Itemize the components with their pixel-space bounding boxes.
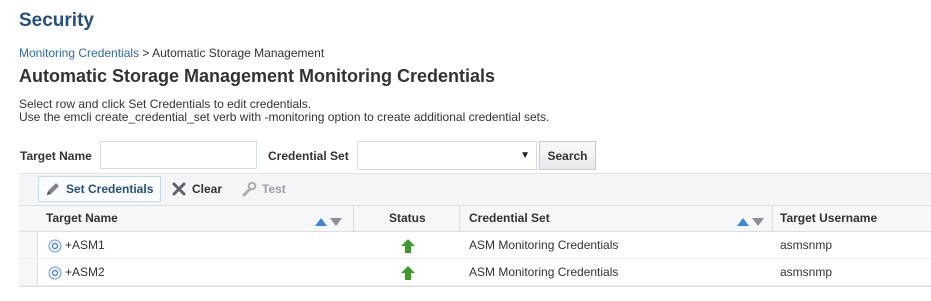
- status-up-arrow-icon: [401, 239, 415, 253]
- table-bottom-border: [19, 286, 931, 287]
- search-button[interactable]: Search: [539, 141, 596, 170]
- column-header-status[interactable]: Status: [389, 206, 426, 231]
- test-label: Test: [262, 182, 286, 196]
- breadcrumb-separator: >: [142, 46, 150, 60]
- sort-icons-target-name[interactable]: [315, 215, 343, 229]
- asm-target-icon: [48, 239, 62, 253]
- credential-set-select[interactable]: ▼: [357, 141, 537, 170]
- column-header-target-username[interactable]: Target Username: [780, 206, 877, 231]
- set-credentials-button[interactable]: Set Credentials: [38, 176, 161, 202]
- sort-descending-icon[interactable]: [752, 218, 765, 226]
- table-toolbar: Set Credentials Clear Test: [19, 173, 931, 205]
- cell-credential-set: ASM Monitoring Credentials: [469, 265, 619, 279]
- cell-target-name[interactable]: +ASM1: [65, 232, 105, 258]
- instructions: Select row and click Set Credentials to …: [19, 98, 549, 124]
- cell-credential-set: ASM Monitoring Credentials: [469, 238, 619, 252]
- search-bar: Target Name Credential Set ▼ Search: [19, 141, 931, 171]
- sort-ascending-icon[interactable]: [737, 218, 749, 226]
- pencil-icon: [47, 183, 59, 195]
- credential-set-label: Credential Set: [268, 149, 349, 163]
- column-header-credential-set[interactable]: Credential Set: [469, 206, 550, 231]
- cell-target-name[interactable]: +ASM2: [65, 259, 105, 285]
- clear-label: Clear: [192, 182, 223, 196]
- sort-icons-credential-set[interactable]: [737, 215, 765, 229]
- dropdown-arrow-icon: ▼: [520, 150, 530, 161]
- app-title: Security: [19, 10, 94, 31]
- sort-ascending-icon[interactable]: [315, 218, 327, 226]
- status-up-arrow-icon: [401, 266, 415, 280]
- asm-target-icon: [48, 266, 62, 280]
- set-credentials-label: Set Credentials: [66, 182, 154, 196]
- row-selector[interactable]: [19, 259, 38, 285]
- table-header: Target Name Status Credential Set Target…: [19, 205, 931, 232]
- target-name-label: Target Name: [20, 149, 92, 163]
- close-icon: [172, 182, 186, 196]
- clear-button[interactable]: Clear: [171, 176, 222, 202]
- test-button[interactable]: Test: [241, 176, 286, 202]
- column-header-target-name[interactable]: Target Name: [46, 206, 118, 231]
- target-name-input[interactable]: [100, 141, 257, 169]
- breadcrumb: Monitoring Credentials > Automatic Stora…: [19, 46, 324, 60]
- page-title: Automatic Storage Management Monitoring …: [19, 66, 496, 86]
- sort-descending-icon[interactable]: [330, 218, 343, 226]
- breadcrumb-current: Automatic Storage Management: [152, 46, 325, 60]
- cell-target-username: asmsnmp: [780, 238, 833, 252]
- row-selector[interactable]: [19, 232, 38, 258]
- wrench-icon: [242, 181, 257, 197]
- instruction-line-2: Use the emcli create_credential_set verb…: [19, 110, 550, 124]
- breadcrumb-link-monitoring-credentials[interactable]: Monitoring Credentials: [19, 46, 139, 60]
- cell-target-username: asmsnmp: [780, 265, 833, 279]
